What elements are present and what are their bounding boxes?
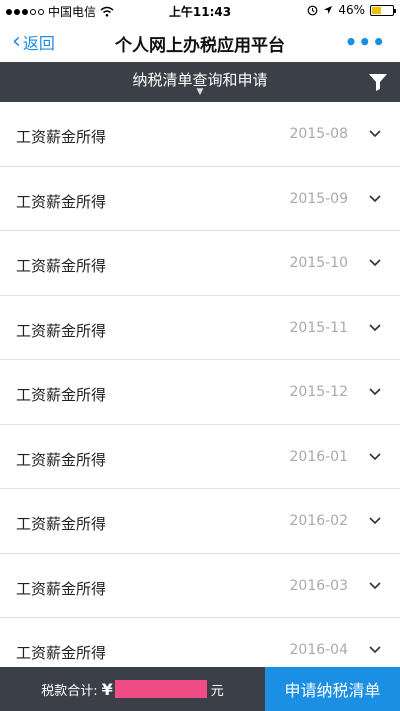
nav-bar: ‹ 返回 个人网上办税应用平台 ••• (0, 22, 400, 62)
list-item[interactable]: 工资薪金所得 2016-01 (0, 424, 400, 489)
list-item[interactable]: 工资薪金所得 2015-11 (0, 295, 400, 360)
battery-icon (370, 4, 396, 16)
item-label: 工资薪金所得 (16, 450, 107, 469)
location-arrow-icon (324, 6, 333, 14)
tax-total: 税款合计: ¥ 元 (0, 667, 265, 711)
item-label: 工资薪金所得 (16, 579, 107, 598)
list-item[interactable]: 工资薪金所得 2016-02 (0, 489, 400, 554)
more-icon[interactable]: ••• (345, 30, 386, 54)
total-label: 税款合计: (41, 683, 98, 699)
chevron-down-icon[interactable]: ▼ (0, 87, 400, 97)
item-date: 2016-03 (289, 577, 349, 594)
chevron-down-icon[interactable] (368, 513, 382, 527)
item-label: 工资薪金所得 (16, 515, 107, 533)
item-date: 2015-10 (289, 255, 349, 271)
battery-percent: 46% (338, 3, 365, 17)
footer-bar: 税款合计: ¥ 元 申请纳税清单 (0, 667, 400, 711)
item-label: 工资薪金所得 (16, 192, 107, 211)
item-date: 2015-12 (289, 384, 349, 400)
list-item[interactable]: 工资薪金所得 2015-10 (0, 231, 400, 296)
alarm-icon (307, 5, 318, 15)
status-bar: 中国电信 上午11:43 46% (0, 0, 400, 22)
chevron-down-icon[interactable] (368, 642, 382, 656)
item-label: 工资薪金所得 (16, 321, 107, 340)
item-label: 工资薪金所得 (16, 644, 107, 662)
chevron-down-icon[interactable] (368, 449, 382, 463)
item-date: 2015-11 (289, 319, 349, 336)
sub-header: 纳税清单查询和申请 ▼ (0, 62, 400, 102)
redacted-amount (114, 680, 207, 698)
item-label: 工资薪金所得 (16, 257, 107, 275)
item-date: 2015-09 (289, 190, 349, 207)
item-date: 2015-08 (289, 126, 349, 142)
item-label: 工资薪金所得 (16, 386, 107, 404)
item-date: 2016-04 (289, 642, 349, 658)
item-label: 工资薪金所得 (16, 128, 107, 146)
apply-tax-list-button[interactable]: 申请纳税清单 (265, 667, 400, 711)
list-item[interactable]: 工资薪金所得 2015-12 (0, 360, 400, 425)
page-title: 个人网上办税应用平台 (115, 36, 285, 56)
item-date: 2016-01 (289, 448, 349, 465)
status-right: 46% (307, 3, 396, 17)
chevron-down-icon[interactable] (368, 255, 382, 269)
chevron-down-icon[interactable] (368, 578, 382, 592)
filter-icon[interactable] (368, 72, 388, 92)
chevron-down-icon[interactable] (368, 320, 382, 334)
currency-unit: 元 (210, 683, 224, 699)
chevron-down-icon[interactable] (368, 384, 382, 398)
item-date: 2016-02 (289, 513, 349, 529)
chevron-down-icon[interactable] (368, 126, 382, 140)
currency-symbol: ¥ (101, 679, 113, 699)
list-item[interactable]: 工资薪金所得 2015-09 (0, 166, 400, 231)
chevron-down-icon[interactable] (368, 191, 382, 205)
battery-fill (372, 6, 382, 14)
total-amount: ¥ (102, 680, 207, 699)
list-item[interactable]: 工资薪金所得 2016-03 (0, 553, 400, 618)
list-item[interactable]: 工资薪金所得 2015-08 (0, 102, 400, 167)
tax-record-list: 工资薪金所得 2015-08 工资薪金所得 2015-09 工资薪金所得 201… (0, 102, 400, 683)
